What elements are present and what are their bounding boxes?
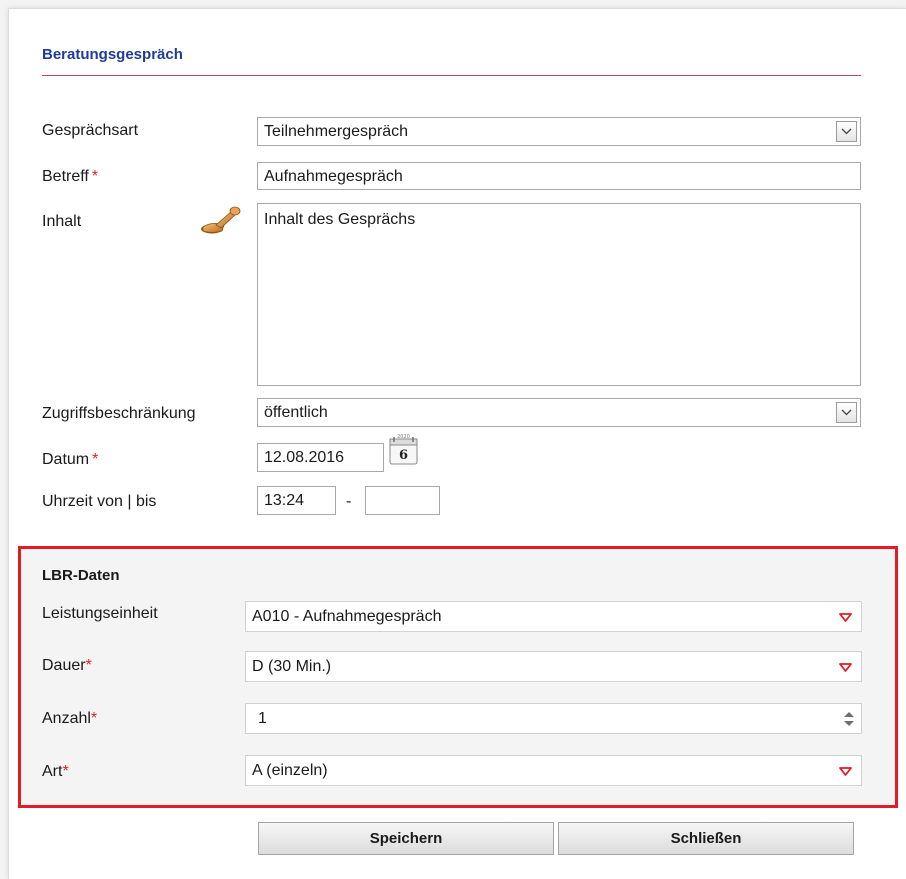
uhrzeit-label: Uhrzeit von | bis [42, 493, 157, 510]
gespraechsart-value: Teilnehmergespräch [264, 123, 409, 140]
gespraechsart-label: Gesprächsart [42, 122, 139, 139]
title-divider [42, 75, 861, 76]
art-select[interactable]: A (einzeln) [245, 755, 862, 786]
betreff-input[interactable]: Aufnahmegespräch [257, 162, 861, 190]
zugriff-select[interactable]: öffentlich [257, 398, 861, 427]
datum-label: Datum * [42, 451, 98, 469]
art-label-text: Art [42, 763, 63, 780]
anzahl-number-input[interactable]: 1 [245, 703, 862, 734]
betreff-value: Aufnahmegespräch [264, 168, 403, 185]
required-mark: * [92, 451, 99, 468]
betreff-label: Betreff * [42, 168, 98, 186]
uhrzeit-separator: - [346, 493, 352, 510]
chevron-down-icon[interactable] [836, 402, 857, 423]
anzahl-value: 1 [258, 710, 267, 727]
close-button[interactable]: Schließen [558, 822, 854, 855]
datum-value: 12.08.2016 [264, 449, 345, 466]
required-mark: * [90, 710, 98, 727]
anzahl-label-text: Anzahl [42, 710, 91, 727]
inhalt-textarea[interactable]: Inhalt des Gesprächs [257, 203, 861, 386]
dauer-select[interactable]: D (30 Min.) [245, 651, 862, 682]
dauer-value: D (30 Min.) [252, 658, 332, 675]
dauer-label: Dauer* [42, 657, 92, 675]
uhrzeit-to-input[interactable] [365, 486, 440, 515]
triangle-down-icon[interactable] [839, 663, 852, 672]
leistungseinheit-label: Leistungseinheit [42, 605, 158, 622]
calendar-icon[interactable]: 6 2020 [386, 433, 428, 472]
datum-input[interactable]: 12.08.2016 [257, 443, 384, 472]
gespraechsart-select[interactable]: Teilnehmergespräch [257, 117, 861, 146]
leistungseinheit-select[interactable]: A010 - Aufnahmegespräch [245, 601, 862, 632]
art-value: A (einzeln) [252, 762, 328, 779]
spinner-icon[interactable] [843, 710, 855, 728]
lbr-title: LBR-Daten [42, 567, 120, 584]
datum-label-text: Datum [42, 451, 90, 468]
zugriff-label: Zugriffsbeschränkung [42, 405, 196, 422]
required-mark: * [91, 168, 99, 185]
uhrzeit-from-input[interactable]: 13:24 [257, 486, 336, 515]
section-title: Beratungsgespräch [42, 46, 183, 63]
inhalt-label: Inhalt [42, 213, 82, 230]
stamp-icon[interactable] [200, 203, 242, 244]
calendar-day-number: 6 [399, 448, 408, 463]
save-button[interactable]: Speichern [258, 822, 554, 855]
chevron-down-icon[interactable] [836, 121, 857, 142]
dauer-label-text: Dauer [42, 657, 86, 674]
anzahl-label: Anzahl* [42, 710, 97, 728]
triangle-down-icon[interactable] [839, 613, 852, 622]
art-label: Art* [42, 763, 69, 781]
calendar-year-number: 2020 [397, 434, 410, 440]
betreff-label-text: Betreff [42, 168, 89, 185]
required-mark: * [85, 657, 92, 674]
leistungseinheit-value: A010 - Aufnahmegespräch [252, 608, 442, 625]
triangle-down-icon[interactable] [839, 767, 852, 776]
zugriff-value: öffentlich [264, 404, 328, 421]
required-mark: * [62, 763, 69, 780]
uhrzeit-from-value: 13:24 [264, 492, 305, 509]
